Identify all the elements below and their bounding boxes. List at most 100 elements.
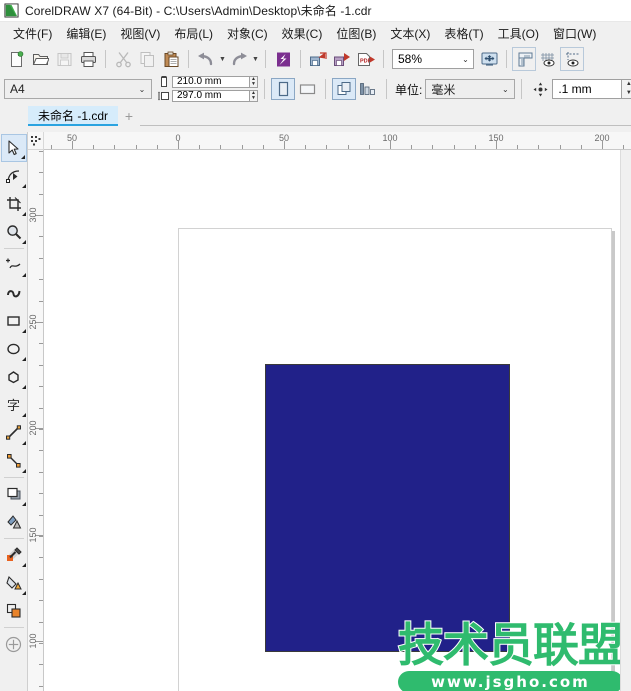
- undo-dropdown-icon[interactable]: ▼: [218, 48, 227, 70]
- unit-label: 单位:: [395, 82, 423, 97]
- toolbox-separator-3: [3, 538, 24, 539]
- pick-tool[interactable]: [0, 134, 27, 162]
- corel-connect-icon[interactable]: [271, 47, 295, 71]
- current-page-icon[interactable]: [356, 78, 380, 100]
- menu-window[interactable]: 窗口(W): [546, 23, 603, 44]
- rectangle-tool[interactable]: [1, 307, 27, 335]
- page-height-field[interactable]: 297.0 mm: [172, 90, 250, 102]
- zoom-tool[interactable]: [1, 218, 27, 246]
- publish-pdf-icon[interactable]: PDF: [354, 47, 378, 71]
- color-eyedropper-tool[interactable]: [1, 541, 27, 569]
- menu-view[interactable]: 视图(V): [113, 23, 167, 44]
- transparency-tool[interactable]: [1, 508, 27, 536]
- smart-fill-tool[interactable]: [1, 597, 27, 625]
- zoom-level-combo[interactable]: ⌄: [392, 49, 474, 69]
- connector-tool[interactable]: [1, 447, 27, 475]
- flyout-arrow-icon[interactable]: [21, 240, 26, 244]
- fullscreen-preview-icon[interactable]: [477, 47, 501, 71]
- flyout-arrow-icon[interactable]: [21, 441, 26, 445]
- open-document-icon[interactable]: [28, 47, 52, 71]
- menu-bitmaps[interactable]: 位图(B): [329, 23, 383, 44]
- flyout-arrow-icon[interactable]: [21, 357, 26, 361]
- flyout-arrow-icon[interactable]: [20, 155, 25, 159]
- chevron-down-icon[interactable]: ⌄: [133, 80, 151, 98]
- new-tab-button[interactable]: +: [118, 106, 140, 126]
- crop-tool[interactable]: [1, 190, 27, 218]
- redo-dropdown-icon[interactable]: ▼: [251, 48, 260, 70]
- menu-table[interactable]: 表格(T): [437, 23, 490, 44]
- nudge-offset-icon: [528, 78, 552, 100]
- ellipse-tool[interactable]: [1, 335, 27, 363]
- new-document-icon[interactable]: [4, 47, 28, 71]
- chevron-down-icon[interactable]: ⌄: [458, 50, 473, 68]
- page-width-field[interactable]: 210.0 mm: [172, 76, 250, 88]
- menu-text[interactable]: 文本(X): [383, 23, 437, 44]
- chevron-down-icon[interactable]: ⌄: [496, 80, 514, 98]
- flyout-arrow-icon[interactable]: [21, 184, 26, 188]
- drop-shadow-tool[interactable]: [1, 480, 27, 508]
- flyout-arrow-icon[interactable]: [21, 502, 26, 506]
- flyout-arrow-icon[interactable]: [21, 591, 26, 595]
- menu-edit[interactable]: 编辑(E): [59, 23, 113, 44]
- toolbox-separator-4: [3, 627, 24, 628]
- toolbar-separator-2: [188, 50, 189, 68]
- interactive-fill-tool[interactable]: [1, 569, 27, 597]
- save-document-icon[interactable]: [52, 47, 76, 71]
- nudge-distance-field[interactable]: .1 mm: [552, 79, 623, 99]
- page-width-spinner[interactable]: ▲ ▼: [250, 76, 258, 88]
- paper-type-combo[interactable]: A4 ⌄: [4, 79, 152, 99]
- menu-object[interactable]: 对象(C): [220, 23, 275, 44]
- show-guides-icon[interactable]: [560, 47, 584, 71]
- drawing-canvas[interactable]: 技术员联盟 www.jsgho.com: [44, 150, 631, 691]
- show-grid-icon[interactable]: [536, 47, 560, 71]
- menu-tools[interactable]: 工具(O): [491, 23, 546, 44]
- undo-icon[interactable]: [194, 47, 218, 71]
- polygon-tool[interactable]: [1, 363, 27, 391]
- page-height-row: 297.0 mm ▲ ▼: [158, 90, 258, 103]
- menu-layout[interactable]: 布局(L): [167, 23, 220, 44]
- cut-icon[interactable]: [111, 47, 135, 71]
- shape-tool[interactable]: [1, 162, 27, 190]
- blue-rectangle[interactable]: [265, 364, 510, 652]
- vertical-scrollbar[interactable]: [620, 150, 631, 691]
- flyout-arrow-icon[interactable]: [21, 469, 26, 473]
- toolbar-separator-1: [105, 50, 106, 68]
- page-height-spinner[interactable]: ▲ ▼: [250, 90, 258, 102]
- export-icon[interactable]: [330, 47, 354, 71]
- horizontal-ruler[interactable]: 50 0 50 100 150 200: [44, 132, 631, 150]
- flyout-arrow-icon[interactable]: [21, 385, 26, 389]
- menu-effects[interactable]: 效果(C): [275, 23, 330, 44]
- ruler-label-h: 0: [175, 133, 181, 143]
- circle-plus-icon: [5, 636, 22, 652]
- flyout-arrow-icon[interactable]: [21, 413, 26, 417]
- add-tool[interactable]: [1, 630, 27, 658]
- text-tool[interactable]: 字: [1, 391, 27, 419]
- all-pages-icon[interactable]: [332, 78, 356, 100]
- paste-icon[interactable]: [159, 47, 183, 71]
- polygon-icon: [7, 371, 19, 384]
- paper-type-value: A4: [10, 82, 25, 96]
- copy-icon[interactable]: [135, 47, 159, 71]
- import-icon[interactable]: [306, 47, 330, 71]
- nudge-distance-spinner[interactable]: ▲ ▼: [622, 79, 631, 99]
- document-tab[interactable]: 未命名 -1.cdr: [28, 106, 119, 126]
- flyout-arrow-icon[interactable]: [21, 563, 26, 567]
- portrait-icon[interactable]: [271, 78, 295, 100]
- flyout-arrow-icon[interactable]: [21, 212, 26, 216]
- landscape-icon[interactable]: [295, 78, 319, 100]
- flyout-arrow-icon[interactable]: [21, 329, 26, 333]
- zoom-level-input[interactable]: [393, 50, 458, 68]
- artistic-media-tool[interactable]: [1, 279, 27, 307]
- title-bar: CorelDRAW X7 (64-Bit) - C:\Users\Admin\D…: [0, 0, 631, 22]
- fill-icon: [5, 575, 22, 590]
- ruler-origin-button[interactable]: [28, 132, 44, 150]
- vertical-ruler[interactable]: 300 250 200 150 100: [28, 150, 44, 691]
- flyout-arrow-icon[interactable]: [21, 273, 26, 277]
- menu-file[interactable]: 文件(F): [6, 23, 59, 44]
- show-rulers-icon[interactable]: [512, 47, 536, 71]
- unit-combo[interactable]: 毫米 ⌄: [425, 79, 516, 99]
- parallel-dimension-tool[interactable]: [1, 419, 27, 447]
- redo-icon[interactable]: [227, 47, 251, 71]
- freehand-tool[interactable]: [1, 251, 27, 279]
- print-icon[interactable]: [76, 47, 100, 71]
